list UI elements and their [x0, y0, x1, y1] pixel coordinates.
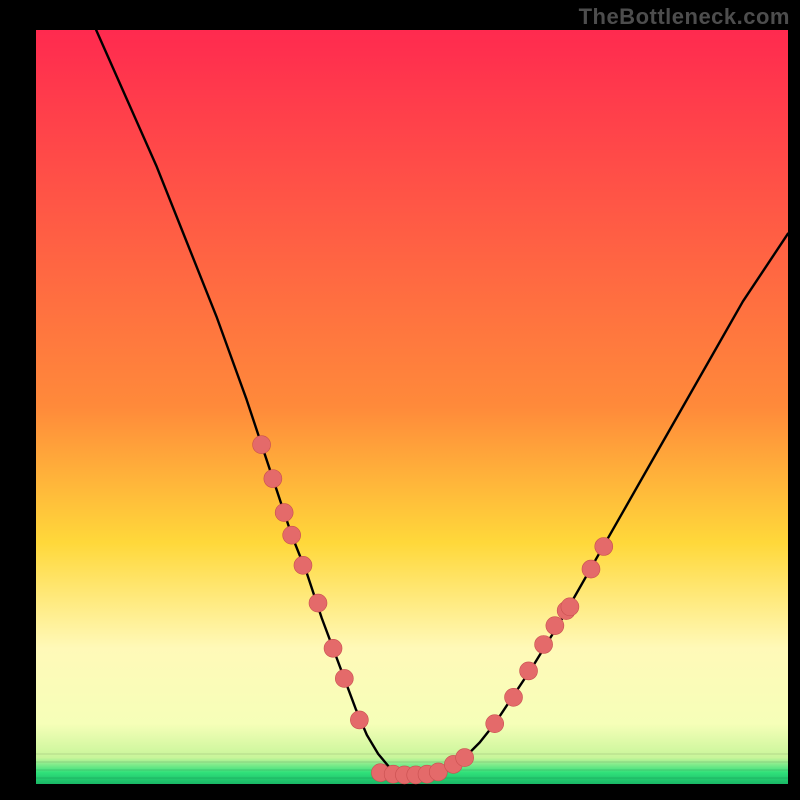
data-point [309, 594, 327, 612]
data-point [561, 598, 579, 616]
chart-frame: TheBottleneck.com [0, 0, 800, 800]
data-point [335, 669, 353, 687]
data-point [456, 749, 474, 767]
data-point [546, 617, 564, 635]
data-point [486, 715, 504, 733]
data-point [324, 639, 342, 657]
data-point [283, 526, 301, 544]
bottleneck-chart [0, 0, 800, 800]
data-point [582, 560, 600, 578]
data-point [535, 636, 553, 654]
data-point [595, 537, 613, 555]
data-point [253, 436, 271, 454]
data-point [520, 662, 538, 680]
data-point [350, 711, 368, 729]
data-point [264, 470, 282, 488]
data-point [294, 556, 312, 574]
watermark-text: TheBottleneck.com [579, 4, 790, 30]
data-point [275, 504, 293, 522]
data-point [505, 688, 523, 706]
